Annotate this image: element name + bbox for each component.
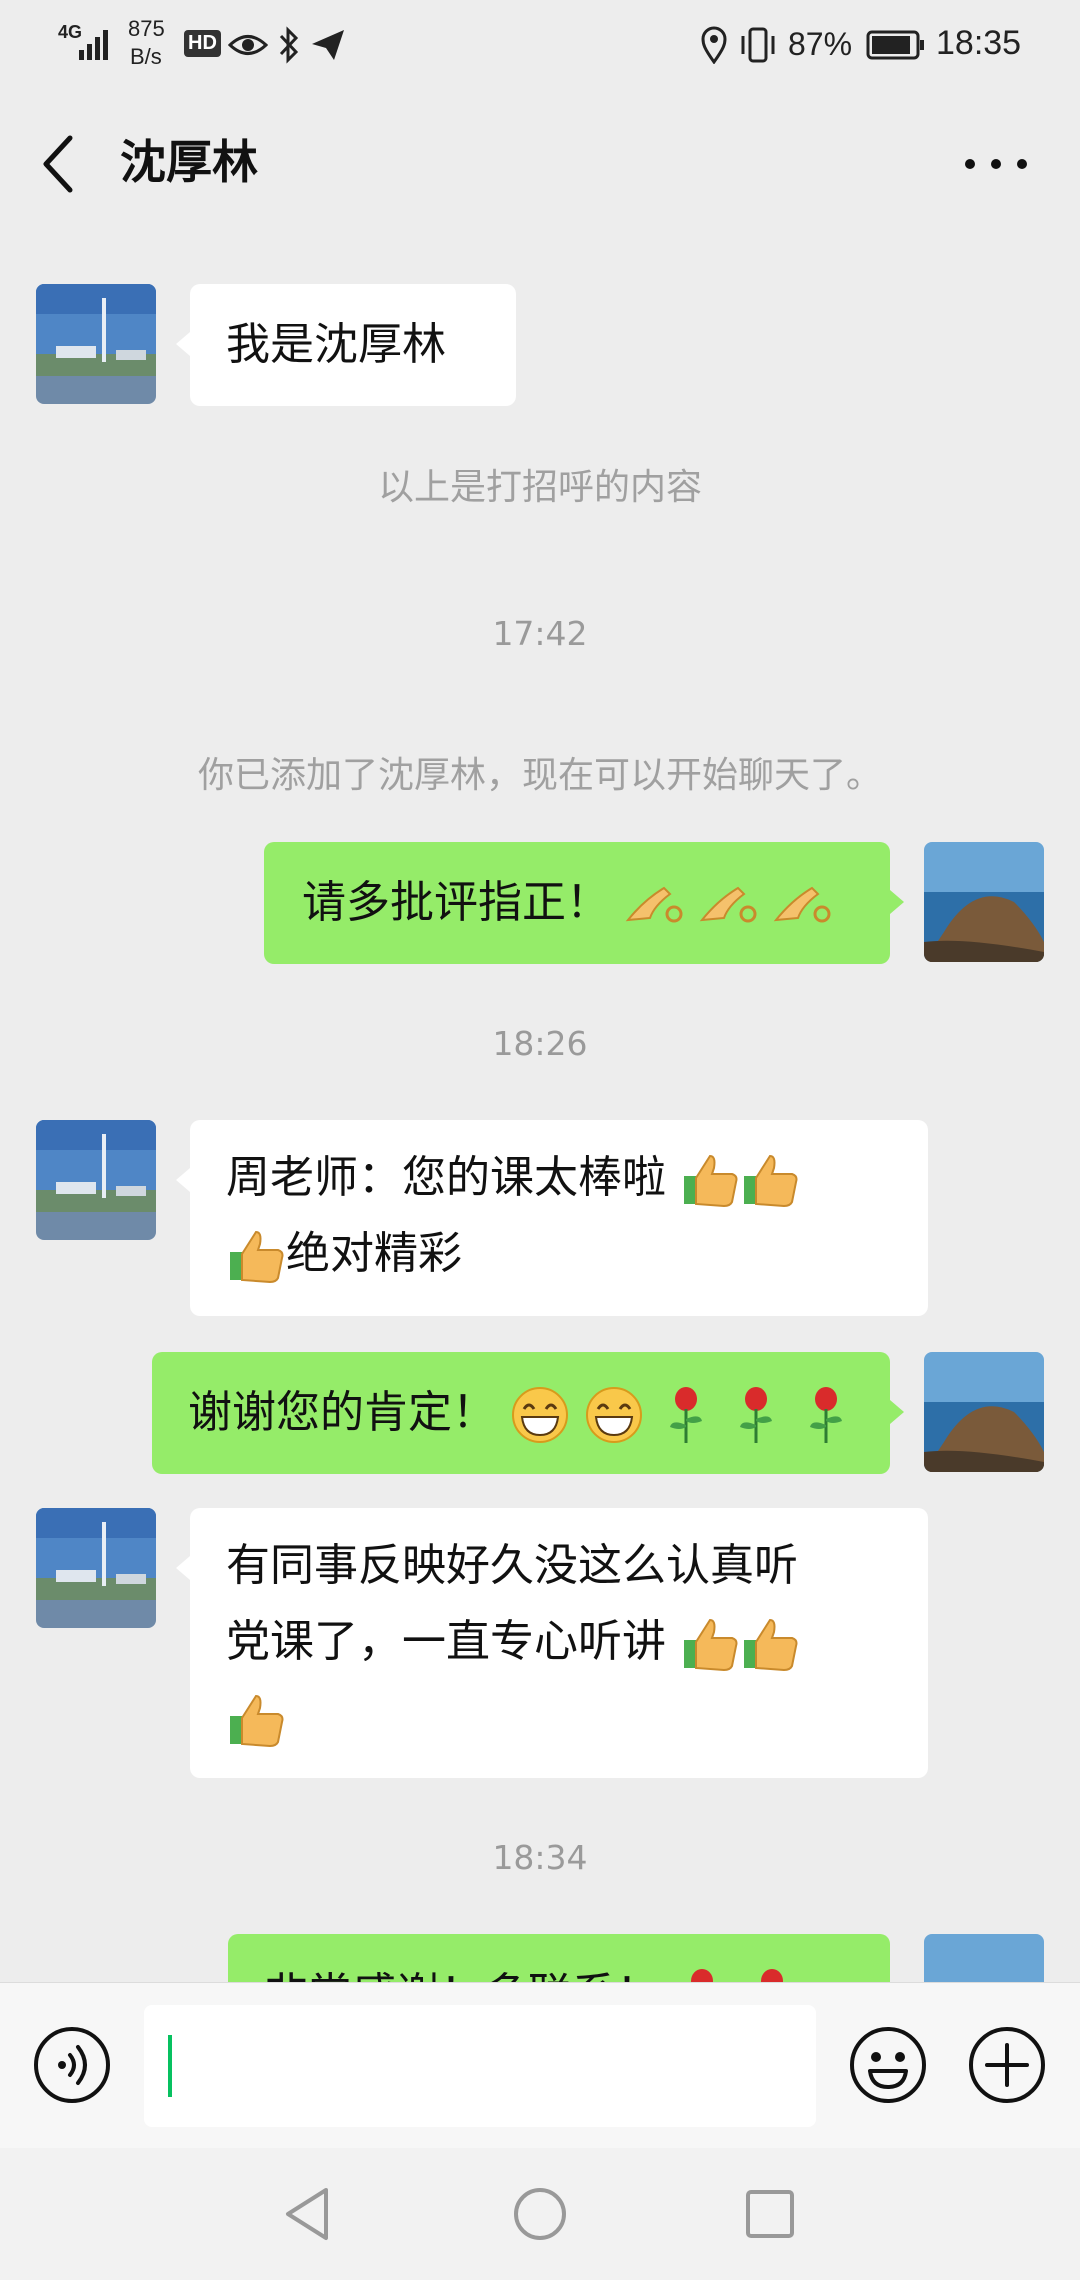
rose-emoji <box>810 1387 842 1443</box>
contact-avatar[interactable] <box>36 1508 156 1628</box>
plus-icon[interactable] <box>967 2025 1047 2105</box>
voice-icon[interactable] <box>32 2025 112 2105</box>
back-arrow-icon[interactable] <box>38 132 78 196</box>
my-avatar[interactable] <box>924 1934 1044 1982</box>
rose-emoji <box>761 1969 783 1982</box>
avatar-seaside-image <box>924 1352 1044 1472</box>
more-dots-icon[interactable] <box>958 140 1038 188</box>
message-text: 党课了，一直专心听讲 <box>226 1616 666 1667</box>
avatar-seaside-image <box>924 1934 1044 1982</box>
message-text: 谢谢您的肯定！ <box>188 1387 496 1438</box>
thumbs-up-emoji <box>684 1618 738 1672</box>
chat-title: 沈厚林 <box>120 135 258 189</box>
thumbs-up-emoji <box>230 1694 284 1748</box>
chat-header: 沈厚林 <box>0 92 1080 232</box>
location-icon <box>701 26 727 64</box>
input-bar <box>0 1982 1080 2149</box>
contact-avatar[interactable] <box>36 1120 156 1240</box>
nav-recents-icon[interactable] <box>744 2188 796 2240</box>
my-avatar[interactable] <box>924 842 1044 962</box>
rose-emoji <box>691 1969 713 1982</box>
my-avatar[interactable] <box>924 1352 1044 1472</box>
battery-percent: 87% <box>788 26 853 62</box>
sent-message[interactable]: 谢谢您的肯定！ <box>152 1352 904 1474</box>
message-list[interactable]: 我是沈厚林 以上是打招呼的内容 17:42 你已添加了沈厚林，现在可以开始聊天了… <box>0 232 1080 1982</box>
vibrate-icon <box>741 27 775 63</box>
status-bar: 4G 875 B/s HD 87% 18:35 <box>0 0 1080 92</box>
nav-back-icon[interactable] <box>282 2186 332 2242</box>
thumbs-up-emoji <box>684 1154 738 1208</box>
avatar-city-image <box>36 284 156 404</box>
text-caret <box>168 2035 172 2097</box>
timestamp: 18:34 <box>492 1838 588 1877</box>
emoji-icon[interactable] <box>848 2025 928 2105</box>
timestamp: 17:42 <box>492 614 588 653</box>
avatar-city-image <box>36 1120 156 1240</box>
hd-badge: HD <box>184 30 221 57</box>
thumbs-up-emoji <box>744 1618 798 1672</box>
contact-avatar[interactable] <box>36 284 156 404</box>
thumbs-up-emoji <box>230 1230 284 1284</box>
avatar-seaside-image <box>924 842 1044 962</box>
message-text: 非常感谢！多联系！ <box>264 1969 660 1982</box>
added-friend-note: 你已添加了沈厚林，现在可以开始聊天了。 <box>197 755 882 796</box>
eye-icon <box>228 35 268 55</box>
message-text: 绝对精彩 <box>286 1228 462 1279</box>
ok-hand-emoji <box>773 886 831 923</box>
ok-hand-emoji <box>699 886 757 923</box>
net-speed-unit: B/s <box>130 44 162 69</box>
grin-emoji <box>512 1387 568 1443</box>
received-message[interactable]: 有同事反映好久没这么认真听 党课了，一直专心听讲 <box>176 1508 928 1778</box>
received-message[interactable]: 我是沈厚林 <box>176 284 516 406</box>
net-speed-value: 875 <box>128 16 165 41</box>
message-text: 有同事反映好久没这么认真听 <box>226 1540 798 1591</box>
timestamp: 18:26 <box>492 1024 588 1063</box>
greeting-note: 以上是打招呼的内容 <box>377 467 702 508</box>
thumbs-up-emoji <box>744 1154 798 1208</box>
received-message[interactable]: 周老师：您的课太棒啦 绝对精彩 <box>176 1120 928 1316</box>
send-plane-icon <box>312 30 344 60</box>
rose-emoji <box>670 1387 702 1443</box>
avatar-city-image <box>36 1508 156 1628</box>
message-text: 我是沈厚林 <box>226 319 446 370</box>
rose-emoji <box>740 1387 772 1443</box>
battery-icon <box>866 30 924 60</box>
message-input[interactable] <box>144 2005 816 2127</box>
clock: 18:35 <box>936 24 1022 62</box>
system-nav-bar <box>0 2148 1080 2280</box>
message-text: 请多批评指正！ <box>302 877 610 928</box>
bluetooth-icon <box>279 26 299 64</box>
ok-hand-emoji <box>625 886 683 923</box>
nav-home-icon[interactable] <box>512 2186 568 2242</box>
sent-message[interactable]: 请多批评指正！ <box>264 842 904 964</box>
message-text: 周老师：您的课太棒啦 <box>226 1152 666 1203</box>
signal-icon <box>79 30 108 60</box>
grin-emoji <box>586 1387 642 1443</box>
sent-message[interactable]: 非常感谢！多联系！ <box>228 1934 890 1982</box>
